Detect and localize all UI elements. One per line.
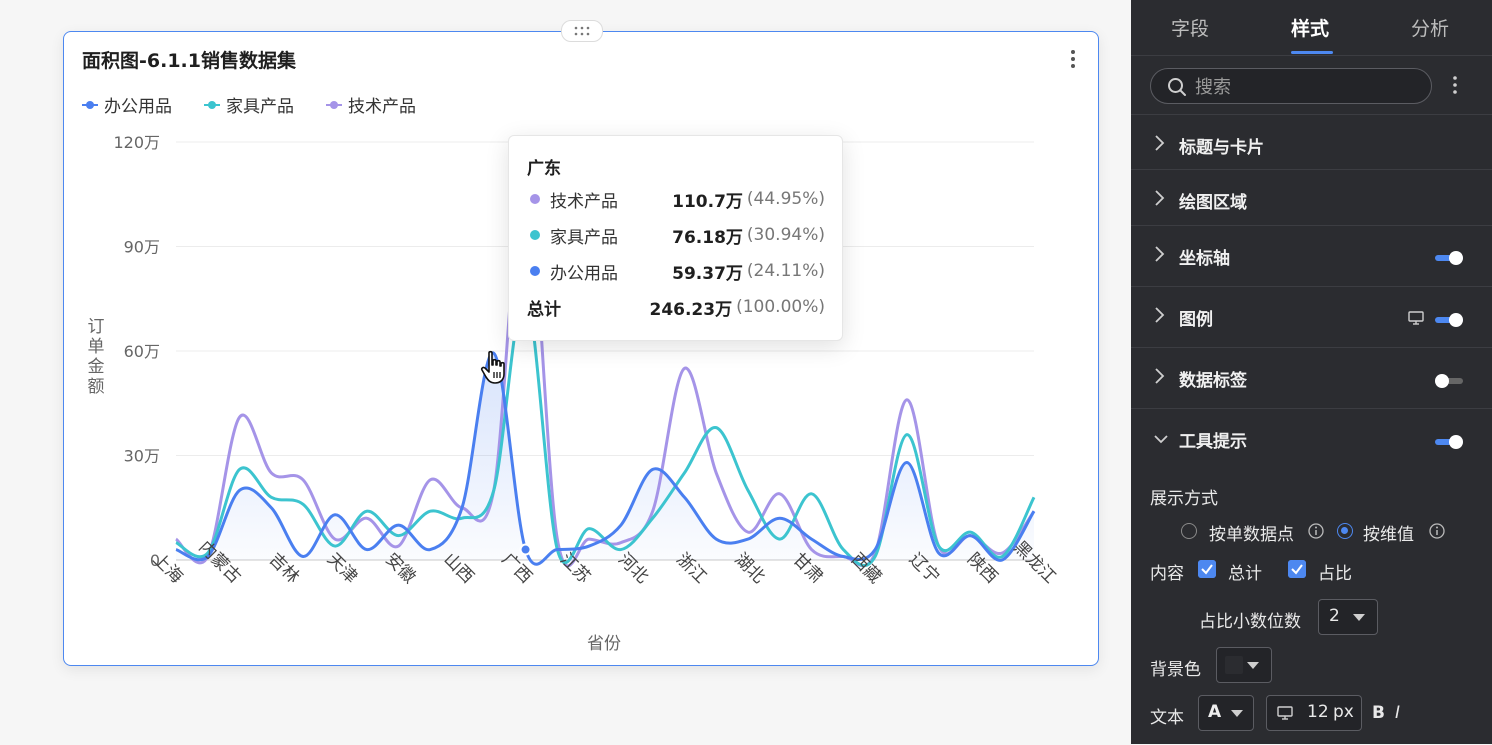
x-tick-label: 黑龙江 (1009, 537, 1059, 587)
background-color-label: 背景色 (1150, 660, 1201, 680)
chart-tooltip: 广东 技术产品 110.7万 (44.95%) 家具产品 76.18万 (30.… (508, 135, 843, 341)
data-point[interactable] (519, 543, 532, 556)
caret-down-icon (1247, 662, 1259, 669)
section-label: 图例 (1179, 310, 1213, 330)
tab-fields[interactable]: 字段 (1171, 14, 1209, 41)
tooltip-series-name: 家具产品 (550, 227, 618, 248)
section-plot-area[interactable]: 绘图区域 (1131, 169, 1492, 230)
y-tick-label: 120万 (113, 133, 160, 152)
tooltip-percent: (44.95%) (746, 189, 825, 209)
area-chart[interactable]: 030万60万90万120万 上海 内蒙古 吉林 天津 安徽 山西 广西 江苏 河北 浙江 湖北 甘肃… (64, 32, 1098, 665)
style-panel: 字段 样式 分析 标题与卡片 绘图区域 坐标轴 图例 (1131, 0, 1492, 744)
radio-single-point[interactable] (1181, 523, 1197, 539)
font-color-glyph: A (1208, 702, 1222, 722)
section-data-labels[interactable]: 数据标签 (1131, 347, 1492, 408)
section-label: 坐标轴 (1179, 249, 1230, 269)
x-axis-title: 省份 (587, 634, 621, 654)
checkbox-percent-label[interactable]: 占比 (1318, 559, 1352, 584)
tooltip-value: 59.37万 (672, 263, 743, 284)
radio-by-dimension[interactable] (1337, 523, 1353, 539)
radio-single-point-label[interactable]: 按单数据点 (1209, 520, 1294, 545)
color-swatch (1225, 656, 1243, 674)
chevron-right-icon (1155, 190, 1165, 206)
data-labels-toggle[interactable] (1435, 374, 1463, 388)
y-tick-label: 30万 (124, 447, 160, 466)
font-size-input[interactable]: 12 px (1266, 695, 1362, 731)
search-input[interactable] (1193, 73, 1422, 101)
y-axis-title: 订单金额 (88, 317, 105, 397)
font-color-select[interactable]: A (1198, 695, 1254, 731)
search-icon (1168, 78, 1186, 96)
chevron-down-icon[interactable] (1153, 431, 1169, 447)
decimal-places-select[interactable]: 2 (1318, 599, 1378, 635)
decimal-places-label: 占比小数位数 (1199, 612, 1301, 632)
section-label[interactable]: 工具提示 (1179, 427, 1247, 452)
series-dot-icon (530, 194, 540, 204)
italic-button[interactable]: I (1395, 703, 1400, 723)
tooltip-row: 办公用品 59.37万 (24.11%) (527, 259, 825, 284)
caret-down-icon (1231, 710, 1243, 717)
checkbox-total[interactable] (1198, 560, 1216, 578)
text-style-label: 文本 (1150, 708, 1184, 728)
tooltip-percent: (30.94%) (746, 225, 825, 245)
tooltip-value: 76.18万 (672, 227, 743, 248)
background-color-picker[interactable] (1216, 647, 1272, 683)
section-label: 数据标签 (1179, 371, 1247, 391)
tooltip-percent: (24.11%) (746, 261, 825, 281)
tooltip-total-value: 246.23万 (649, 299, 733, 320)
radio-by-dimension-label[interactable]: 按维值 (1363, 520, 1414, 545)
font-size-value: 12 (1307, 702, 1329, 722)
y-tick-label: 90万 (124, 238, 160, 257)
tooltip-row: 家具产品 76.18万 (30.94%) (527, 223, 825, 248)
panel-tabs: 字段 样式 分析 (1131, 0, 1492, 56)
info-icon[interactable] (1308, 523, 1324, 539)
bold-button[interactable]: B (1372, 703, 1385, 723)
active-tab-indicator (1291, 51, 1333, 54)
font-size-unit: px (1333, 702, 1354, 722)
caret-down-icon (1353, 614, 1365, 621)
chevron-right-icon (1155, 246, 1165, 262)
series-dot-icon (530, 266, 540, 276)
monitor-icon[interactable] (1408, 311, 1424, 325)
y-tick-label: 60万 (124, 342, 160, 361)
display-mode-label: 展示方式 (1150, 489, 1218, 509)
section-label: 标题与卡片 (1179, 138, 1264, 158)
search-box[interactable] (1150, 68, 1432, 104)
chevron-right-icon (1155, 135, 1165, 151)
tooltip-series-name: 技术产品 (550, 191, 618, 212)
tab-style[interactable]: 样式 (1291, 14, 1329, 41)
tooltip-series-name: 办公用品 (550, 263, 618, 284)
panel-more-icon[interactable] (1449, 74, 1461, 96)
series-dot-icon (530, 230, 540, 240)
chart-card[interactable]: 面积图-6.1.1销售数据集 办公用品 家具产品 技术产品 0 30万 60万 90万… (63, 20, 1099, 666)
info-icon[interactable] (1429, 523, 1445, 539)
axis-toggle[interactable] (1435, 251, 1463, 265)
content-label: 内容 (1150, 564, 1184, 584)
tooltip-title: 广东 (527, 159, 561, 179)
section-tooltip: 工具提示 展示方式 按单数据点 按维值 内容 总计 占比 占比小数位数 2 背景… (1131, 408, 1492, 745)
monitor-icon (1277, 706, 1293, 720)
tooltip-toggle[interactable] (1435, 435, 1463, 449)
chevron-right-icon (1155, 368, 1165, 384)
tab-analysis[interactable]: 分析 (1411, 14, 1449, 41)
checkbox-percent[interactable] (1288, 560, 1306, 578)
tooltip-total-row: 总计 246.23万 (100.00%) (527, 295, 825, 320)
tooltip-row: 技术产品 110.7万 (44.95%) (527, 187, 825, 212)
area-fill-办公用品 (176, 352, 1034, 565)
section-legend[interactable]: 图例 (1131, 286, 1492, 347)
section-label: 绘图区域 (1179, 193, 1247, 213)
hand-pointer-icon (480, 350, 505, 384)
section-axis[interactable]: 坐标轴 (1131, 225, 1492, 286)
tooltip-total-percent: (100.00%) (736, 297, 825, 317)
legend-toggle[interactable] (1435, 313, 1463, 327)
checkbox-total-label[interactable]: 总计 (1228, 559, 1262, 584)
chevron-right-icon (1155, 307, 1165, 323)
decimal-places-value: 2 (1329, 606, 1340, 626)
tooltip-value: 110.7万 (672, 191, 743, 212)
section-title-card[interactable]: 标题与卡片 (1131, 114, 1492, 175)
tooltip-total-label: 总计 (527, 299, 561, 320)
